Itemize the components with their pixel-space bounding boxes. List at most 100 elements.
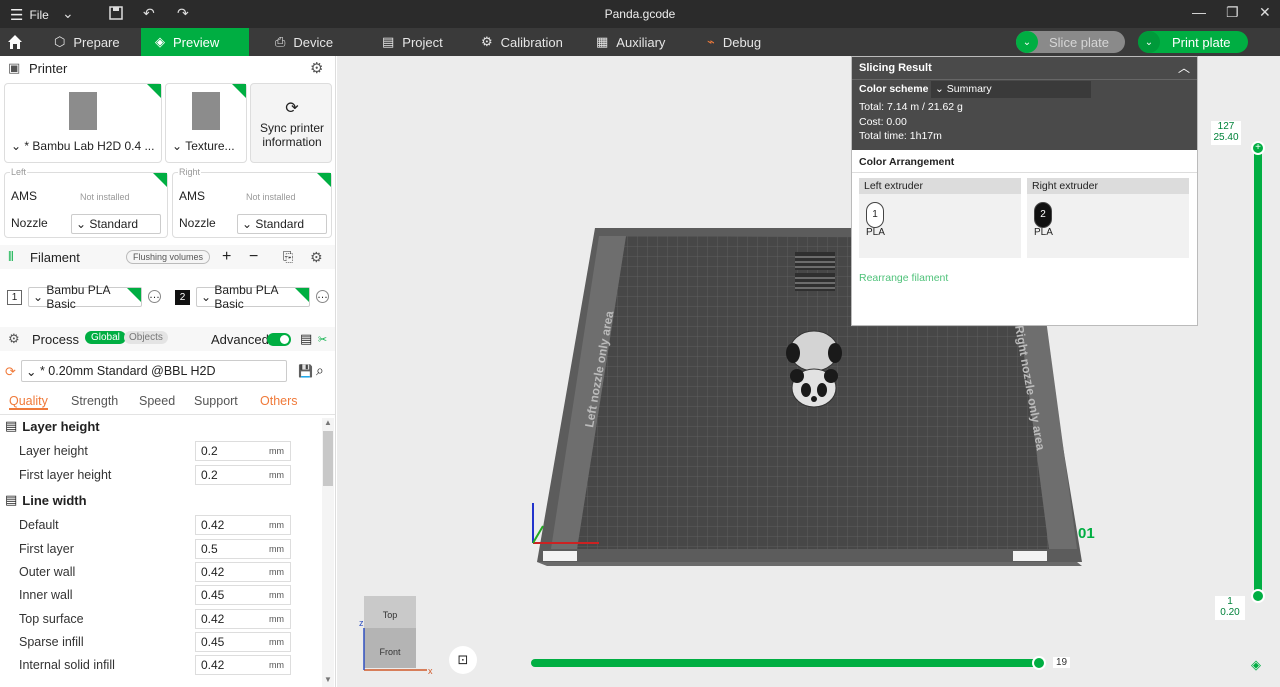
sync-printer-button[interactable]: ⟳ Sync printer information xyxy=(250,83,332,163)
layers-toggle-icon[interactable]: ◈ xyxy=(1251,657,1261,673)
home-icon xyxy=(8,35,22,49)
more-icon[interactable]: … xyxy=(148,290,161,303)
cube-x-label: x xyxy=(428,666,433,676)
save-preset-icon[interactable]: 💾 xyxy=(298,364,313,378)
remove-filament-icon[interactable]: − xyxy=(249,248,258,266)
plate-image xyxy=(192,92,220,130)
total-usage: Total: 7.14 m / 21.62 g xyxy=(859,101,963,113)
tab-auxiliary[interactable]: ▦ Auxiliary xyxy=(582,28,682,56)
tab-device[interactable]: ⎙ Device xyxy=(261,28,361,56)
tab-calibration[interactable]: ⚙ Calibration xyxy=(467,28,577,56)
view-cube[interactable]: Top Front x z xyxy=(359,596,433,676)
setting-unit: mm xyxy=(269,660,284,670)
filament-select-2[interactable]: ⌄ Bambu PLA Basic xyxy=(196,283,310,311)
filament-settings-icon[interactable]: ⚙ xyxy=(310,249,323,266)
tab-others[interactable]: Others xyxy=(260,394,298,408)
advanced-switch[interactable] xyxy=(267,333,291,346)
tab-speed[interactable]: Speed xyxy=(139,394,175,408)
debug-icon: ⌁ xyxy=(707,34,715,49)
setting-label: First layer xyxy=(19,542,74,556)
home-button[interactable] xyxy=(0,28,30,56)
setting-input[interactable]: 0.45 mm xyxy=(195,632,291,652)
setting-row: Sparse infill 0.45 mm xyxy=(0,631,320,653)
filament-section-header: ⦀ Filament Flushing volumes + − ⎘ ⚙ xyxy=(0,245,335,269)
chevron-down-icon: ⌄ xyxy=(201,290,212,304)
tab-debug[interactable]: ⌁ Debug xyxy=(693,28,793,56)
right-nozzle-select[interactable]: ⌄ Standard xyxy=(237,214,327,234)
cube-top-label: Top xyxy=(383,610,398,620)
process-heading: Process xyxy=(32,331,79,347)
print-dropdown-icon[interactable]: ⌄ xyxy=(1138,31,1160,53)
tab-support[interactable]: Support xyxy=(194,394,238,408)
filament-heading: Filament xyxy=(30,249,80,265)
setting-input[interactable]: 0.5 mm xyxy=(195,539,291,559)
cube-z-label: z xyxy=(359,618,364,628)
global-toggle[interactable]: Global xyxy=(85,331,126,344)
layer-slider-track[interactable] xyxy=(1254,147,1262,595)
plate-number: 01 xyxy=(1078,525,1095,542)
right-ams-label: AMS xyxy=(179,189,206,203)
setting-input[interactable]: 0.2 mm xyxy=(195,465,291,485)
scroll-up-icon[interactable]: ▲ xyxy=(324,418,332,427)
cube-icon: ⬡ xyxy=(54,34,66,49)
search-icon[interactable]: ⌕ xyxy=(316,362,324,379)
printer-preset-card[interactable]: ⌄ * Bambu Lab H2D 0.4 ... xyxy=(4,83,162,163)
close-icon[interactable]: ✕ xyxy=(1259,4,1271,21)
collapse-icon[interactable]: ︿ xyxy=(1178,59,1190,76)
setting-value: 0.5 xyxy=(201,542,218,556)
right-nozzle-value: Standard xyxy=(255,217,305,231)
restore-icon[interactable]: ❐ xyxy=(1226,4,1239,21)
setting-input[interactable]: 0.42 mm xyxy=(195,609,291,629)
move-slider-handle[interactable] xyxy=(1032,656,1046,670)
left-nozzle-select[interactable]: ⌄ Standard xyxy=(71,214,161,234)
tab-project[interactable]: ▤ Project xyxy=(368,28,468,56)
setting-label: Internal solid infill xyxy=(19,658,115,672)
layer-slider-bottom-handle[interactable] xyxy=(1251,589,1265,603)
setting-input[interactable]: 0.2 mm xyxy=(195,441,291,461)
total-cost: Cost: 0.00 xyxy=(859,116,907,128)
flushing-volumes-button[interactable]: Flushing volumes xyxy=(126,250,211,264)
slice-plate-button[interactable]: ⌄ Slice plate xyxy=(1016,31,1125,53)
reset-icon[interactable]: ⟳ xyxy=(5,364,16,380)
tab-preview[interactable]: ◈ Preview xyxy=(141,28,249,56)
layer-slider-top-handle[interactable]: + xyxy=(1251,141,1265,155)
group-title: Line width xyxy=(22,492,87,508)
spool-icon[interactable]: 1 xyxy=(866,202,884,228)
compare-icon[interactable]: ▤ xyxy=(300,331,312,347)
print-plate-button[interactable]: ⌄ Print plate xyxy=(1138,31,1248,53)
tab-strength[interactable]: Strength xyxy=(71,394,118,408)
slicing-result-title: Slicing Result xyxy=(859,62,932,74)
sync-ams-icon[interactable]: ⎘ xyxy=(283,249,293,265)
filament-icon: ⦀ xyxy=(8,249,14,264)
move-slider-track[interactable] xyxy=(531,659,1041,667)
process-preset-select[interactable]: ⌄ * 0.20mm Standard @BBL H2D xyxy=(21,360,287,382)
fit-view-button[interactable]: ⊡ xyxy=(449,646,477,674)
more-icon[interactable]: … xyxy=(316,290,329,303)
objects-toggle[interactable]: Objects xyxy=(124,331,168,344)
chevron-down-icon: ⌄ xyxy=(26,364,37,379)
add-filament-icon[interactable]: + xyxy=(222,248,231,266)
wizard-icon[interactable]: ✂ xyxy=(318,333,327,346)
spool-icon[interactable]: 2 xyxy=(1034,202,1052,228)
tab-debug-label: Debug xyxy=(722,34,762,50)
color-scheme-select[interactable]: ⌄ Summary xyxy=(931,81,1091,98)
scrollbar-thumb[interactable] xyxy=(323,431,333,486)
tab-quality[interactable]: Quality xyxy=(9,394,48,410)
rearrange-filament-link[interactable]: Rearrange filament xyxy=(859,272,948,284)
setting-unit: mm xyxy=(269,520,284,530)
tab-prepare[interactable]: ⬡ Prepare xyxy=(40,28,140,56)
setting-row: First layer 0.5 mm xyxy=(0,538,320,560)
printer-settings-icon[interactable]: ⚙ xyxy=(310,59,323,77)
slice-dropdown-icon[interactable]: ⌄ xyxy=(1016,31,1038,53)
layers-icon: ◈ xyxy=(155,34,165,49)
minimize-icon[interactable]: — xyxy=(1192,4,1206,20)
scroll-down-icon[interactable]: ▼ xyxy=(324,675,332,684)
scrollbar[interactable]: ▲ ▼ xyxy=(322,418,334,687)
setting-input[interactable]: 0.42 mm xyxy=(195,655,291,675)
filament-select-1[interactable]: ⌄ Bambu PLA Basic xyxy=(28,283,142,311)
move-slider-value: 19 xyxy=(1053,657,1071,668)
plate-type-card[interactable]: ⌄ Texture... xyxy=(165,83,247,163)
setting-input[interactable]: 0.42 mm xyxy=(195,562,291,582)
setting-input[interactable]: 0.42 mm xyxy=(195,515,291,535)
setting-input[interactable]: 0.45 mm xyxy=(195,585,291,605)
